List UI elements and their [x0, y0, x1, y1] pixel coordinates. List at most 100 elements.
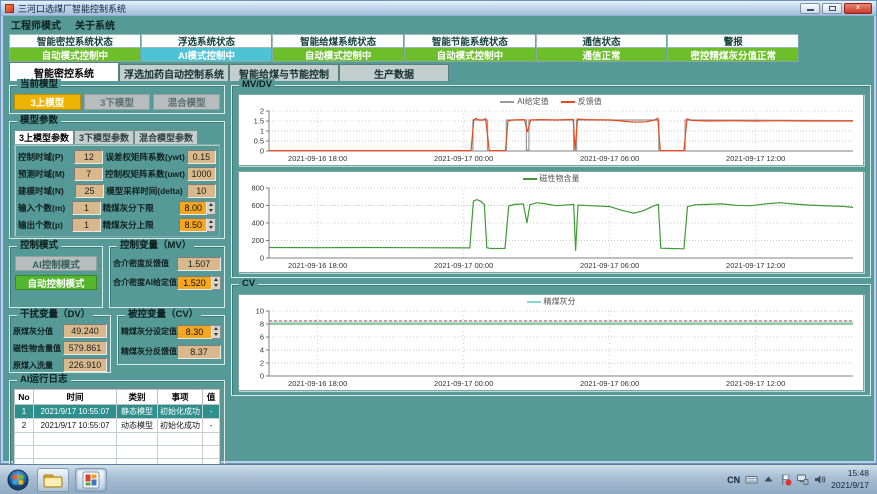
minimize-button[interactable]: [800, 3, 820, 14]
chart-canvas: 2021-09-16 18:002021-09-17 00:002021-09-…: [239, 185, 861, 270]
control-mode-button[interactable]: 自动控制模式: [15, 275, 97, 290]
main-tab[interactable]: 浮选加药自动控制系统: [119, 64, 229, 81]
value-field[interactable]: 1.520: [177, 276, 212, 290]
param-tab[interactable]: 混合模型参数: [134, 130, 198, 144]
ai-log-cell: 2021/9/17 10:55:07: [33, 405, 116, 419]
legend-swatch: [523, 178, 537, 180]
svg-text:0: 0: [260, 147, 264, 156]
svg-text:2021-09-17 00:00: 2021-09-17 00:00: [434, 154, 493, 163]
volume-icon[interactable]: [813, 473, 826, 486]
param-tab[interactable]: 3上模型参数: [14, 130, 74, 144]
field-label: 合介密度AI给定值: [113, 277, 177, 288]
down-arrow-icon: [209, 209, 213, 212]
network-icon[interactable]: [796, 473, 809, 486]
ai-log-row[interactable]: 22021/9/17 10:55:07动态模型初始化成功-: [15, 419, 220, 433]
dv-trend-chart: 磁性物含量2021-09-16 18:002021-09-17 00:00202…: [238, 171, 864, 273]
spin-down-button[interactable]: [212, 283, 220, 289]
group-label: MV/DV: [239, 79, 275, 91]
windows-logo-icon: [7, 469, 29, 491]
ai-log-cell: 静态模型: [117, 405, 158, 419]
taskbar-scada-app-button[interactable]: [75, 468, 107, 492]
svg-text:400: 400: [251, 219, 264, 228]
value-spinbox[interactable]: 8.30: [177, 325, 221, 339]
application-window: 三河口选煤厂智能控制系统 × 工程师模式关于系统 智能密控系统状态自动模式控制中…: [0, 0, 877, 464]
ai-log-row[interactable]: 12021/9/17 10:55:07静态模型初始化成功-: [15, 405, 220, 419]
mv-field-row: 合介密度AI给定值1.520: [113, 275, 221, 290]
value-field[interactable]: 8.30: [177, 325, 212, 339]
menu-item[interactable]: 工程师模式: [11, 17, 61, 32]
value-spinbox[interactable]: 8.50: [179, 218, 216, 232]
language-indicator[interactable]: CN: [727, 475, 740, 485]
ai-log-header-row: No时间类别事项值: [15, 390, 220, 405]
start-button[interactable]: [5, 467, 31, 493]
left-parameter-panel: 当前模型 3上模型3下模型混合模型 模型参数 3上模型参数3下模型参数混合模型参…: [9, 85, 225, 461]
taskbar-explorer-button[interactable]: [37, 468, 69, 492]
ai-log-header-cell: 类别: [117, 390, 158, 405]
menu-item[interactable]: 关于系统: [75, 17, 115, 32]
ai-log-cell: [117, 446, 158, 459]
ai-log-cell: [33, 433, 116, 446]
field-label: 精煤灰分反馈值: [121, 346, 177, 357]
legend-swatch: [527, 301, 541, 303]
taskbar-clock[interactable]: 15:48 2021/9/17: [831, 468, 869, 490]
ai-log-header-cell: No: [15, 390, 34, 405]
status-value: AI模式控制中: [141, 48, 272, 62]
title-bar[interactable]: 三河口选煤厂智能控制系统 ×: [1, 1, 876, 16]
value-spinbox[interactable]: 8.00: [179, 201, 216, 215]
status-value: 自动模式控制中: [272, 48, 403, 62]
close-button[interactable]: ×: [844, 3, 872, 14]
up-arrow-icon: [209, 220, 213, 223]
svg-text:2021-09-16 18:00: 2021-09-16 18:00: [288, 154, 347, 163]
ai-log-cell: 2: [15, 419, 34, 433]
ai-log-cell: [117, 433, 158, 446]
svg-text:2021-09-17 12:00: 2021-09-17 12:00: [726, 379, 785, 388]
value-field: 8.37: [177, 345, 221, 359]
value-field: 1000: [187, 167, 216, 181]
menu-bar: 工程师模式关于系统: [1, 17, 876, 32]
spin-down-button[interactable]: [207, 225, 215, 231]
model-select-button[interactable]: 3上模型: [14, 94, 81, 110]
svg-text:4: 4: [260, 346, 264, 355]
ai-log-table-wrap[interactable]: No时间类别事项值12021/9/17 10:55:07静态模型初始化成功-22…: [13, 388, 221, 473]
clock-time: 15:48: [831, 468, 869, 479]
value-field: 0.15: [187, 150, 216, 164]
ai-log-cell: 初始化成功: [157, 405, 202, 419]
status-column: 警报密控精煤灰分值正常: [667, 34, 799, 62]
value-field[interactable]: 8.00: [179, 201, 207, 215]
main-tab[interactable]: 生产数据: [339, 64, 449, 81]
svg-text:2021-09-16 18:00: 2021-09-16 18:00: [288, 379, 347, 388]
value-field: 12: [74, 150, 103, 164]
status-column: 通信状态通信正常: [536, 34, 668, 62]
spin-down-button[interactable]: [212, 332, 220, 338]
action-center-flag-icon[interactable]: [779, 473, 792, 486]
maximize-button[interactable]: [822, 3, 842, 14]
legend-label: 磁性物含量: [540, 173, 580, 184]
value-spinbox[interactable]: 1.520: [177, 276, 221, 290]
svg-text:800: 800: [251, 185, 264, 193]
legend-item: 精煤灰分: [527, 296, 576, 307]
model-select-button[interactable]: 混合模型: [153, 94, 220, 110]
spinner-buttons: [212, 276, 221, 290]
svg-text:8: 8: [260, 320, 264, 329]
ai-log-cell: [15, 446, 34, 459]
group-label: 干扰变量（DV）: [17, 309, 93, 321]
status-column: 智能节能系统状态自动模式控制中: [404, 34, 536, 62]
param-label: 模型采样时间(delta): [106, 185, 184, 197]
ai-log-cell: 动态模型: [117, 419, 158, 433]
group-label: AI运行日志: [17, 374, 71, 386]
param-tab[interactable]: 3下模型参数: [74, 130, 134, 144]
spin-down-button[interactable]: [207, 208, 215, 214]
ai-log-cell: 初始化成功: [157, 419, 202, 433]
mvdv-chart-group: MV/DV AI给定值反馈值2021-09-16 18:002021-09-17…: [231, 85, 871, 278]
ai-log-cell: [157, 446, 202, 459]
keyboard-icon[interactable]: [745, 473, 758, 486]
control-mode-button[interactable]: AI控制模式: [15, 256, 97, 271]
value-field[interactable]: 8.50: [179, 218, 207, 232]
svg-text:600: 600: [251, 201, 264, 210]
model-select-button[interactable]: 3下模型: [84, 94, 151, 110]
clock-date: 2021/9/17: [831, 480, 869, 491]
up-arrow-icon: [209, 203, 213, 206]
up-arrow-icon[interactable]: [762, 473, 775, 486]
field-label: 精煤灰分设定值: [121, 326, 177, 337]
mv-group: 控制变量（MV） 合介密度反馈值1.507合介密度AI给定值1.520: [109, 246, 225, 308]
